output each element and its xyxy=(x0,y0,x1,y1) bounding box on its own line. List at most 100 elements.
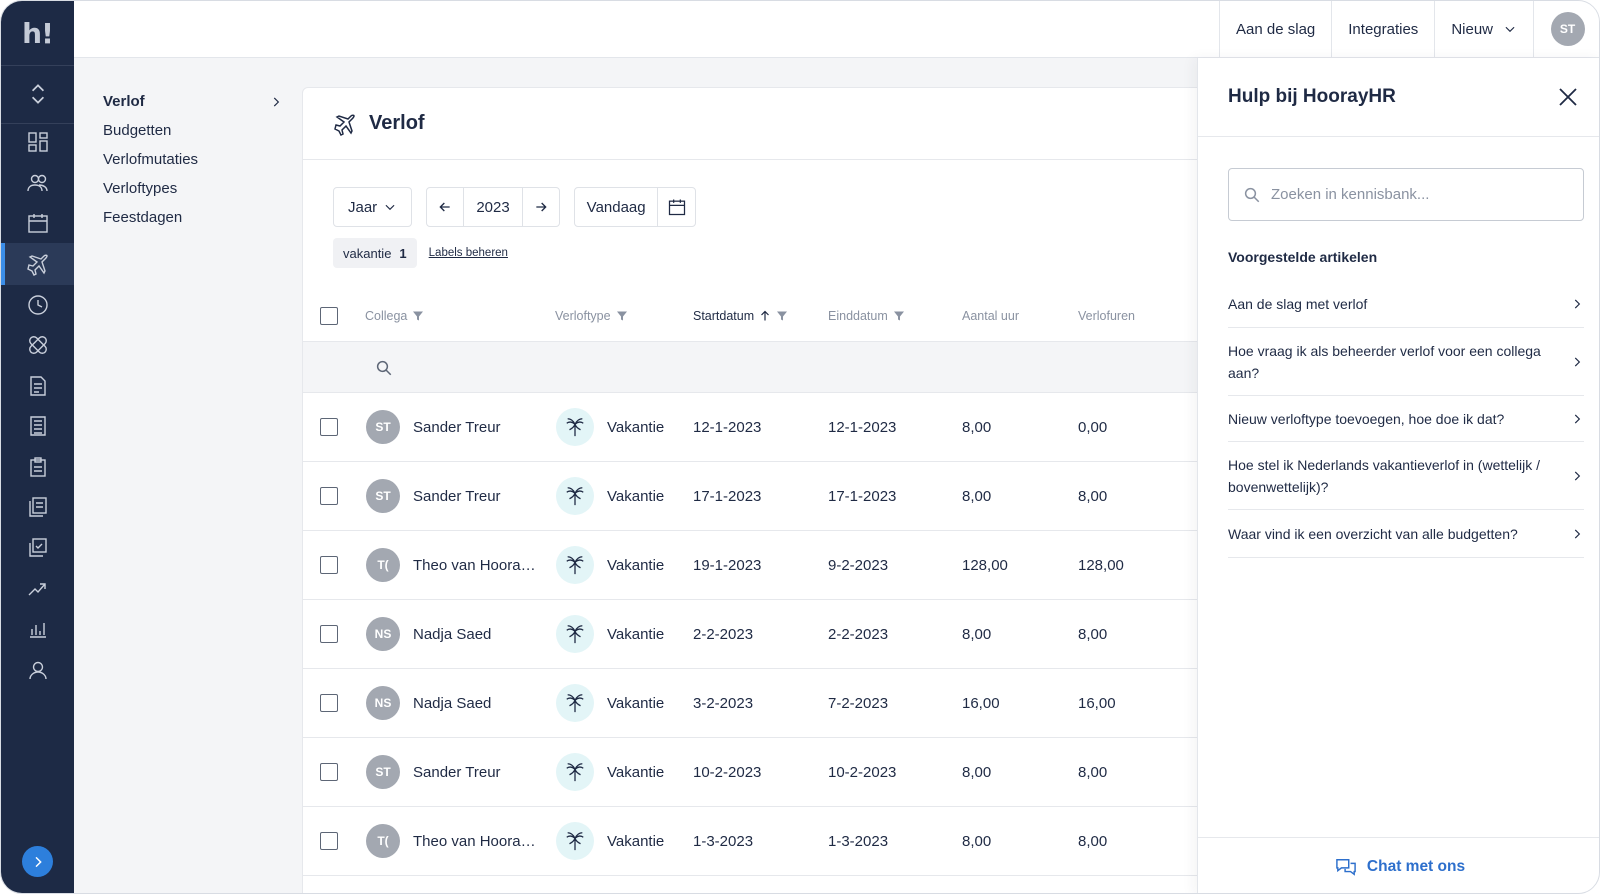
integrations-link[interactable]: Integraties xyxy=(1331,1,1434,57)
leave-type-name: Vakantie xyxy=(607,763,665,781)
start-date-cell: 12-1-2023 xyxy=(693,418,762,436)
rail-item-team[interactable] xyxy=(1,162,74,204)
leave-type-name: Vakantie xyxy=(607,625,665,643)
column-colleague[interactable]: Collega xyxy=(365,309,424,323)
row-checkbox[interactable] xyxy=(320,556,338,574)
row-checkbox[interactable] xyxy=(320,487,338,505)
filter-icon xyxy=(616,311,627,320)
colleague-cell: ST Sander Treur xyxy=(366,393,501,461)
end-date-cell: 10-2-2023 xyxy=(828,763,897,781)
next-year-button[interactable] xyxy=(523,188,559,226)
column-end-date[interactable]: Einddatum xyxy=(828,309,905,323)
colleague-cell: ST Sander Treur xyxy=(366,462,501,530)
previous-year-button[interactable] xyxy=(427,188,463,226)
get-started-link[interactable]: Aan de slag xyxy=(1219,1,1331,57)
help-header: Hulp bij HoorayHR xyxy=(1198,58,1599,137)
hours-cell: 8,00 xyxy=(962,418,992,436)
table-row[interactable]: ST Sander Treur Vakantie 10-2-2023 10-2-2023… xyxy=(303,738,1201,807)
row-checkbox[interactable] xyxy=(320,763,338,781)
column-start-date[interactable]: Startdatum xyxy=(693,309,788,323)
rail-item-reports[interactable] xyxy=(1,608,74,650)
rail-item-time[interactable] xyxy=(1,284,74,326)
date-picker-button[interactable] xyxy=(658,188,695,226)
row-select-cell xyxy=(320,600,338,668)
column-leave-type[interactable]: Verloftype xyxy=(555,309,628,323)
app-logo[interactable]: h! xyxy=(1,1,74,65)
rail-item-files[interactable] xyxy=(1,486,74,528)
subnav-item-verlof[interactable]: Verlof xyxy=(103,87,283,116)
palm-tree-icon xyxy=(566,487,584,506)
leave-type-badge xyxy=(556,546,594,584)
rail-item-dashboard[interactable] xyxy=(1,121,74,163)
table-row[interactable]: T(Theo van Hoora… Vakantie 19-1-2023 9-2-20… xyxy=(303,531,1201,600)
help-panel: Hulp bij HoorayHR Voorgestelde artikelen… xyxy=(1197,58,1599,893)
subnav-item-budgetten[interactable]: Budgetten xyxy=(103,116,283,145)
rail-item-checklists[interactable] xyxy=(1,527,74,569)
select-all-checkbox[interactable] xyxy=(320,306,338,325)
help-article-link[interactable]: Aan de slag met verlof xyxy=(1228,280,1584,328)
help-article-link[interactable]: Hoe stel ik Nederlands vakantieverlof in… xyxy=(1228,442,1584,510)
search-icon xyxy=(1244,187,1260,202)
column-leave-hours[interactable]: Verlofuren xyxy=(1078,309,1135,323)
close-icon[interactable] xyxy=(1556,85,1580,109)
new-menu-label: Nieuw xyxy=(1451,20,1493,38)
colleague-name: Theo van Hoora… xyxy=(413,556,536,574)
chart-icon xyxy=(29,623,46,638)
table-row[interactable]: ST Sander Treur Vakantie 17-1-2023 17-1-2023… xyxy=(303,462,1201,531)
table-row[interactable]: T(Theo van Hoora… Vakantie 1-3-2023 1-3-202… xyxy=(303,807,1201,876)
subnav-item-verlofmutaties[interactable]: Verlofmutaties xyxy=(103,145,283,174)
subnav-item-verloftypes[interactable]: Verloftypes xyxy=(103,174,283,203)
row-checkbox[interactable] xyxy=(320,694,338,712)
colleague-cell: NS Nadja Saed xyxy=(366,600,491,668)
column-hours[interactable]: Aantal uur xyxy=(962,309,1019,323)
user-menu[interactable]: ST xyxy=(1533,1,1599,57)
new-menu-button[interactable]: Nieuw xyxy=(1434,1,1533,57)
label-chip[interactable]: vakantie 1 xyxy=(333,238,417,268)
help-article-title: Aan de slag met verlof xyxy=(1228,295,1368,312)
hours-cell: 16,00 xyxy=(962,694,1000,712)
help-article-title: Nieuw verloftype toevoegen, hoe doe ik d… xyxy=(1228,410,1505,427)
row-checkbox[interactable] xyxy=(320,625,338,643)
leave-hours-cell: 8,00 xyxy=(1078,625,1108,643)
leave-type-cell: Vakantie xyxy=(556,462,664,530)
clock-icon xyxy=(27,295,48,315)
help-article-link[interactable]: Waar vind ik een overzicht van alle budg… xyxy=(1228,510,1584,558)
colleague-cell: ST Sander Treur xyxy=(366,738,501,806)
label-chip-count: 1 xyxy=(399,245,407,261)
arrow-right-icon xyxy=(34,856,42,867)
leave-type-cell: Vakantie xyxy=(556,600,664,668)
rail-item-sick[interactable] xyxy=(1,324,74,366)
chevron-right-icon xyxy=(273,97,280,106)
help-article-link[interactable]: Hoe vraag ik als beheerder verlof voor e… xyxy=(1228,328,1584,396)
rail-item-documents[interactable] xyxy=(1,365,74,407)
rail-item-onboarding[interactable] xyxy=(1,568,74,610)
knowledge-search-input[interactable] xyxy=(1271,186,1561,203)
row-checkbox[interactable] xyxy=(320,418,338,436)
leave-type-cell: Vakantie xyxy=(556,738,664,806)
today-button[interactable]: Vandaag xyxy=(575,188,659,226)
collapse-rail-button[interactable] xyxy=(22,846,53,877)
rail-item-calendar[interactable] xyxy=(1,202,74,244)
table-row[interactable]: NS Nadja Saed Vakantie 2-2-2023 2-2-2023 8,00… xyxy=(303,600,1201,669)
rail-divider xyxy=(1,65,74,66)
rail-item-expenses[interactable] xyxy=(1,405,74,447)
row-checkbox[interactable] xyxy=(320,832,338,850)
subnav-item-feestdagen[interactable]: Feestdagen xyxy=(103,203,283,232)
help-article-link[interactable]: Nieuw verloftype toevoegen, hoe doe ik d… xyxy=(1228,396,1584,442)
app-frame: h! Aan de slag Integraties Nieuw ST Verl… xyxy=(0,0,1600,894)
expand-icon[interactable] xyxy=(25,81,51,107)
period-select[interactable]: Jaar xyxy=(333,187,412,227)
search-icon[interactable] xyxy=(375,359,393,377)
chat-button[interactable]: Chat met ons xyxy=(1198,837,1599,893)
colleague-name: Nadja Saed xyxy=(413,694,492,712)
receipt-icon xyxy=(29,416,46,436)
start-date-cell: 19-1-2023 xyxy=(693,556,762,574)
year-navigator: 2023 xyxy=(426,187,560,227)
rail-item-tasks[interactable] xyxy=(1,446,74,488)
manage-labels-link[interactable]: Labels beheren xyxy=(429,247,508,259)
rail-item-leave[interactable] xyxy=(1,243,74,285)
rail-item-profile[interactable] xyxy=(1,649,74,691)
clipboard-icon xyxy=(29,457,46,477)
table-row[interactable]: ST Sander Treur Vakantie 12-1-2023 12-1-2023… xyxy=(303,393,1201,462)
table-row[interactable]: NS Nadja Saed Vakantie 3-2-2023 7-2-2023 16,0… xyxy=(303,669,1201,738)
